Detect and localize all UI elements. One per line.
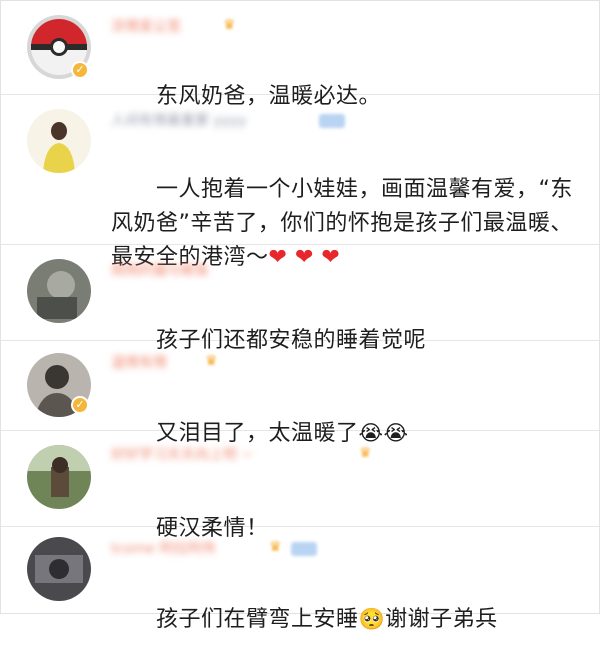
- member-tag: [291, 542, 317, 556]
- person-avatar-icon: [27, 109, 91, 173]
- pleading-emoji-icon: 🥺: [358, 607, 386, 631]
- username[interactable]: tcome 阿拉阿伟: [111, 539, 215, 559]
- username[interactable]: 人间有情最重要 yyyy: [111, 111, 247, 131]
- comment-item: ✓ 温情有情 ♛ 又泪目了，太温暖了😭😭: [1, 341, 599, 446]
- comment-text: 孩子们在臂弯上安睡🥺谢谢子弟兵: [111, 568, 579, 671]
- avatar[interactable]: [27, 109, 91, 173]
- username[interactable]: 雨雨的猫与鲸鱼: [111, 261, 209, 281]
- avatar[interactable]: [27, 259, 91, 323]
- avatar[interactable]: [27, 537, 91, 601]
- verified-badge-icon: ✓: [71, 61, 89, 79]
- username[interactable]: 温情有情: [111, 353, 167, 373]
- comment-item: ✓ 凉情爱尘宽 ♛ 东风奶爸，温暖必达。: [1, 1, 599, 109]
- crown-icon: ♛: [205, 353, 218, 369]
- verified-badge-icon: ✓: [71, 396, 89, 414]
- comment-item: 好好学习天天向上吧 ~ ♛ 硬汉柔情！: [1, 431, 599, 541]
- crown-icon: ♛: [269, 539, 282, 555]
- comment-list: ✓ 凉情爱尘宽 ♛ 东风奶爸，温暖必达。 人间有情最重要 yyyy 一人抱着一个…: [0, 0, 600, 632]
- comment-item: 雨雨的猫与鲸鱼 孩子们还都安稳的睡着觉呢: [1, 245, 599, 353]
- comment-item: 人间有情最重要 yyyy 一人抱着一个小娃娃，画面温馨有爱，“东风奶爸”辛苦了，…: [1, 95, 599, 270]
- photo-avatar-icon: [27, 537, 91, 601]
- comment-item: tcome 阿拉阿伟 ♛ 孩子们在臂弯上安睡🥺谢谢子弟兵: [1, 527, 599, 632]
- crown-icon: ♛: [223, 17, 236, 33]
- photo-avatar-icon: [27, 445, 91, 509]
- crown-icon: ♛: [359, 445, 372, 461]
- username[interactable]: 凉情爱尘宽: [111, 17, 181, 37]
- username[interactable]: 好好学习天天向上吧 ~: [111, 445, 253, 465]
- photo-avatar-icon: [27, 259, 91, 323]
- member-tag: [319, 114, 345, 128]
- avatar[interactable]: [27, 445, 91, 509]
